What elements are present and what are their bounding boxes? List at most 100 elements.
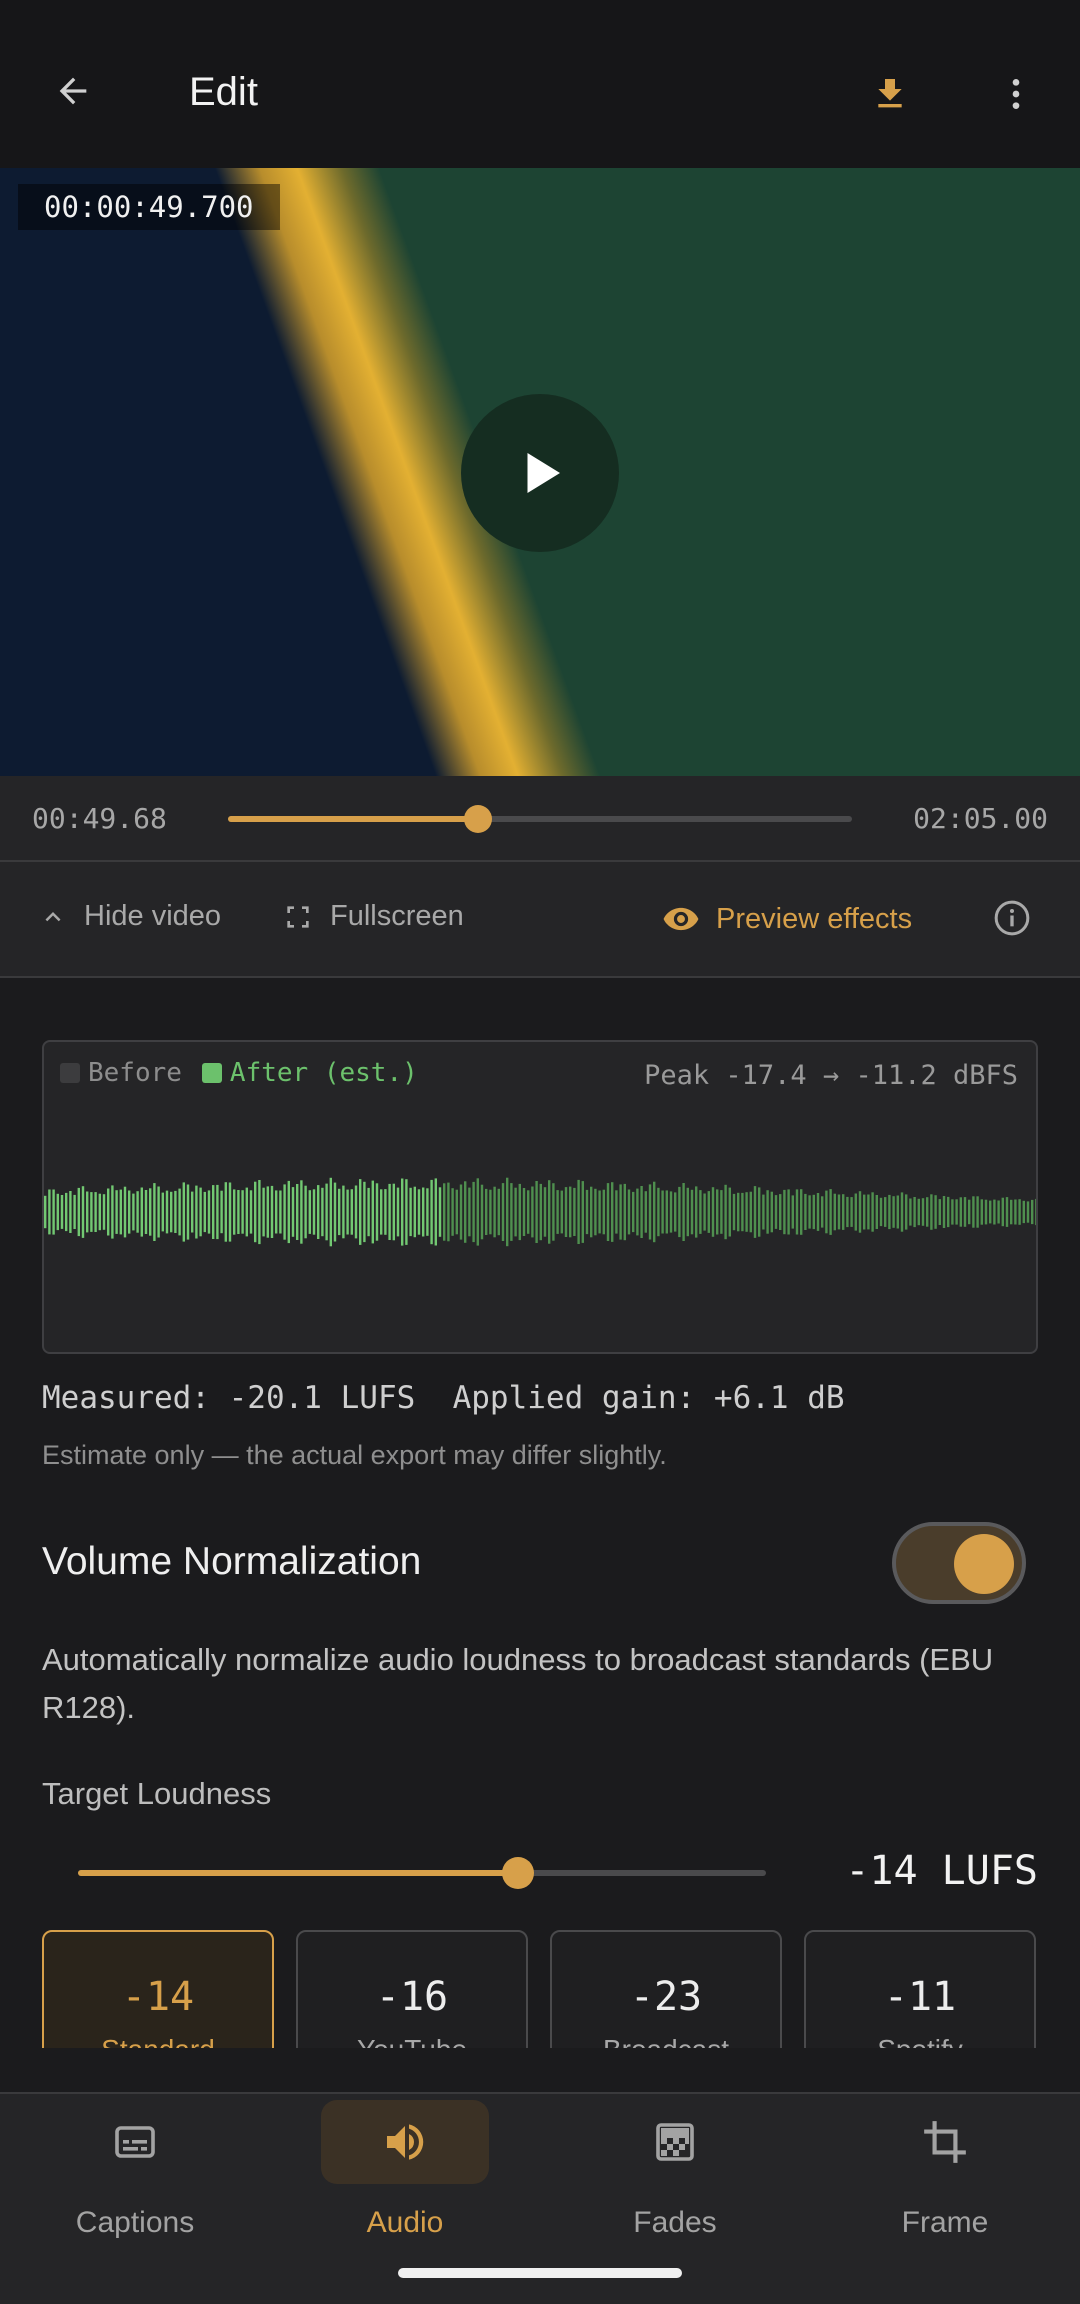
waveform-bar [216,1184,219,1240]
waveform-bar [199,1187,202,1237]
target-loudness-label: Target Loudness [42,1776,272,1811]
loudness-presets: -14 Standard -16 YouTube -23 Broadcast -… [42,1930,1038,2048]
waveform-bar [182,1182,185,1242]
waveform-bar [716,1189,719,1235]
waveform-bar [800,1189,803,1235]
waveform-bar [350,1189,353,1235]
back-button[interactable] [40,58,106,124]
waveform-bar [888,1194,891,1230]
info-button[interactable] [992,898,1032,938]
captions-icon [115,2126,155,2158]
preset-name: Spotify [806,2034,1034,2048]
waveform-bar [665,1190,668,1234]
waveform-bar [795,1189,799,1235]
waveform-bar [346,1189,349,1235]
target-loudness-value: -14 LUFS [845,1848,1038,1894]
waveform-bar [312,1189,316,1235]
waveform-bar [489,1189,492,1235]
preset-value: -23 [629,1974,703,2020]
toggle-thumb [954,1534,1014,1594]
preset-standard[interactable]: -14 Standard [42,1930,274,2048]
waveform-bar [136,1191,139,1233]
waveform-bar [371,1180,374,1244]
waveform-bar [766,1190,769,1234]
waveform-bar [653,1181,656,1243]
waveform-bar [1018,1199,1021,1225]
waveform-bar [203,1191,206,1233]
waveform-bar [837,1194,841,1230]
waveform-bar [426,1188,429,1236]
waveform-bar [825,1190,828,1234]
waveform-bar [989,1200,992,1224]
seek-bar[interactable] [228,805,852,833]
measured-loudness: Measured: -20.1 LUFS [42,1380,416,1416]
preset-spotify[interactable]: -11 Spotify [804,1930,1036,2048]
waveform-bar [86,1191,89,1233]
waveform [44,1177,1036,1247]
gradient-icon [656,2123,694,2161]
nav-frame[interactable]: Frame [810,2094,1080,2274]
applied-gain: Applied gain: +6.1 dB [452,1380,845,1416]
waveform-bar [266,1186,269,1238]
chevron-up-icon [45,911,61,921]
play-button[interactable] [461,394,619,552]
volume-normalization-toggle[interactable] [892,1522,1026,1604]
waveform-bar [510,1183,513,1241]
waveform-bar [354,1185,358,1239]
preview-effects-button[interactable]: Preview effects [662,900,912,938]
waveform-bar [233,1189,236,1235]
waveform-bar [161,1192,164,1232]
video-timecode: 00:00:49.700 [18,184,280,230]
waveform-bar [581,1181,584,1243]
target-loudness-slider[interactable] [78,1857,766,1889]
waveform-bar [52,1189,55,1235]
waveform-bar [174,1190,177,1233]
waveform-bar [493,1186,496,1238]
waveform-bar [1005,1197,1009,1227]
waveform-bar [434,1178,437,1246]
waveform-bar [695,1186,698,1238]
waveform-bar [535,1181,538,1243]
waveform-bar [661,1190,664,1234]
waveform-bar [329,1177,332,1247]
waveform-bar [884,1197,887,1227]
preset-broadcast[interactable]: -23 Broadcast [550,1930,782,2048]
fullscreen-label: Fullscreen [330,900,464,932]
waveform-bar [564,1187,568,1237]
nav-fades[interactable]: Fades [540,2094,810,2274]
waveform-bar [942,1196,946,1228]
waveform-bar [485,1188,488,1235]
waveform-bar [178,1188,181,1236]
waveform-bar [111,1185,114,1239]
waveform-bar [963,1197,967,1227]
waveform-bar [287,1180,290,1244]
seek-handle[interactable] [463,805,492,833]
play-icon [527,453,560,493]
eye-icon [663,907,699,931]
waveform-bar [749,1191,752,1233]
waveform-bar [900,1192,904,1232]
nav-fades-label: Fades [633,2206,717,2239]
waveform-bar [640,1186,643,1238]
download-icon [878,79,902,108]
more-options-button[interactable] [984,62,1048,126]
waveform-bar [392,1183,395,1241]
video-preview[interactable]: 00:00:49.700 [0,168,1080,776]
waveform-bar [1010,1199,1013,1225]
waveform-bar [304,1185,307,1239]
waveform-bar [367,1187,370,1237]
preset-youtube[interactable]: -16 YouTube [296,1930,528,2048]
waveform-bar [959,1197,962,1227]
app-bar: Edit [0,0,1080,168]
download-button[interactable] [858,62,922,126]
target-loudness-handle[interactable] [502,1857,535,1889]
hide-video-button[interactable]: Hide video [38,900,221,933]
fullscreen-button[interactable]: Fullscreen [282,900,464,933]
waveform-bar [186,1184,190,1240]
nav-captions[interactable]: Captions [0,2094,270,2274]
video-controls-row: Hide video Fullscreen Preview effects [0,862,1080,978]
nav-audio[interactable]: Audio [270,2094,540,2274]
current-time: 00:49.68 [32,802,167,835]
waveform-bar [409,1187,412,1237]
waveform-bar [317,1185,320,1239]
